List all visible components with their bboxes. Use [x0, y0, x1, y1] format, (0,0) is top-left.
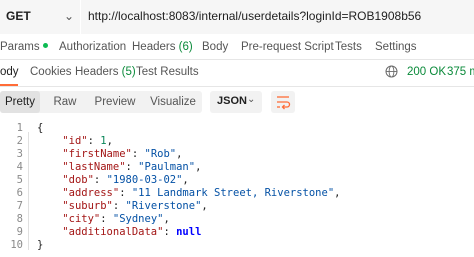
json-key: "suburb": [62, 200, 113, 212]
tab-authorization[interactable]: Authorization: [59, 41, 126, 53]
tab-params-label: Params: [0, 41, 40, 53]
response-time[interactable]: 375 ms: [447, 66, 474, 78]
json-key: "lastName": [62, 161, 126, 173]
tab-pre-request-script[interactable]: Pre-request Script: [241, 41, 334, 53]
url-text: http://localhost:8083/internal/userdetai…: [88, 9, 422, 23]
comma: ,: [106, 135, 113, 147]
tab-response-body[interactable]: ody: [0, 66, 19, 78]
line-number: 9: [16, 226, 23, 238]
json-key: "additionalData": [62, 226, 164, 238]
tab-headers-count: (6): [178, 41, 193, 53]
line-number: 7: [16, 200, 23, 212]
tab-tests[interactable]: Tests: [335, 41, 362, 53]
tab-headers-label: Headers: [132, 41, 176, 53]
tab-settings[interactable]: Settings: [375, 41, 417, 53]
code-line: "lastName": "Paulman",: [62, 161, 202, 173]
open-brace: {: [37, 122, 44, 134]
line-number: 1: [16, 122, 23, 134]
code-line: }: [37, 239, 43, 251]
comma: ,: [176, 148, 183, 160]
line-number: 5: [16, 174, 23, 186]
line-number: 3: [16, 148, 23, 160]
json-value: "1980-03-02": [106, 174, 183, 186]
divider: [0, 59, 474, 60]
divider: [0, 86, 474, 87]
params-indicator-dot: [42, 43, 48, 48]
tab-response-headers[interactable]: Headers (5): [75, 66, 136, 78]
json-value: "Riverstone": [125, 200, 202, 212]
code-line: "firstName": "Rob",: [62, 148, 183, 160]
comma: ,: [163, 213, 170, 225]
line-number: 2: [16, 135, 23, 147]
wrap-lines-button[interactable]: [271, 91, 295, 113]
code-line: "dob": "1980-03-02",: [62, 174, 189, 186]
json-value: null: [176, 226, 202, 238]
code-line: "city": "Sydney",: [62, 213, 170, 225]
tab-test-results[interactable]: Test Results: [136, 66, 199, 78]
view-raw-button[interactable]: Raw: [44, 91, 86, 113]
code-line: "suburb": "Riverstone",: [62, 200, 208, 212]
tab-cookies[interactable]: Cookies: [30, 66, 72, 78]
tab-params[interactable]: Params: [0, 41, 48, 53]
comma: ,: [334, 187, 341, 199]
line-number: 10: [10, 239, 23, 251]
globe-icon[interactable]: [385, 65, 398, 78]
wrap-lines-icon: [277, 96, 291, 110]
tab-headers[interactable]: Headers (6): [132, 41, 193, 53]
tab-response-headers-label: Headers: [75, 66, 119, 78]
code-line: {: [37, 122, 43, 134]
chevron-down-icon: ⌄: [247, 94, 256, 105]
comma: ,: [182, 174, 189, 186]
url-bar: GET ⌄ http://localhost:8083/internal/use…: [0, 0, 474, 34]
tab-response-headers-count: (5): [121, 66, 136, 78]
json-key: "id": [62, 135, 88, 147]
comma: ,: [195, 161, 202, 173]
format-label: JSON: [217, 95, 247, 107]
json-value: "Paulman": [138, 161, 196, 173]
fold-guide: [28, 132, 29, 250]
line-number: 6: [16, 187, 23, 199]
code-line: "address": "11 Landmark Street, Riversto…: [62, 187, 341, 199]
view-pretty-button[interactable]: Pretty: [0, 91, 40, 113]
chevron-down-icon[interactable]: ⌄: [64, 9, 74, 23]
line-number: 4: [16, 161, 23, 173]
status-code[interactable]: 200 OK: [407, 66, 446, 78]
json-value: "11 Landmark Street, Riverstone": [131, 187, 335, 199]
view-visualize-button[interactable]: Visualize: [144, 91, 202, 113]
json-key: "city": [62, 213, 101, 225]
code-line: "additionalData": null: [62, 226, 202, 238]
json-key: "firstName": [62, 148, 132, 160]
comma: ,: [201, 200, 208, 212]
tab-body[interactable]: Body: [202, 41, 228, 53]
json-value: "Rob": [144, 148, 177, 160]
json-key: "address": [62, 187, 120, 199]
close-brace: }: [37, 239, 44, 251]
json-value: "Sydney": [112, 213, 164, 225]
method-label: GET: [6, 9, 31, 23]
line-number: 8: [16, 213, 23, 225]
view-preview-button[interactable]: Preview: [90, 91, 140, 113]
json-key: "dob": [62, 174, 94, 186]
code-line: "id": 1,: [62, 135, 113, 147]
